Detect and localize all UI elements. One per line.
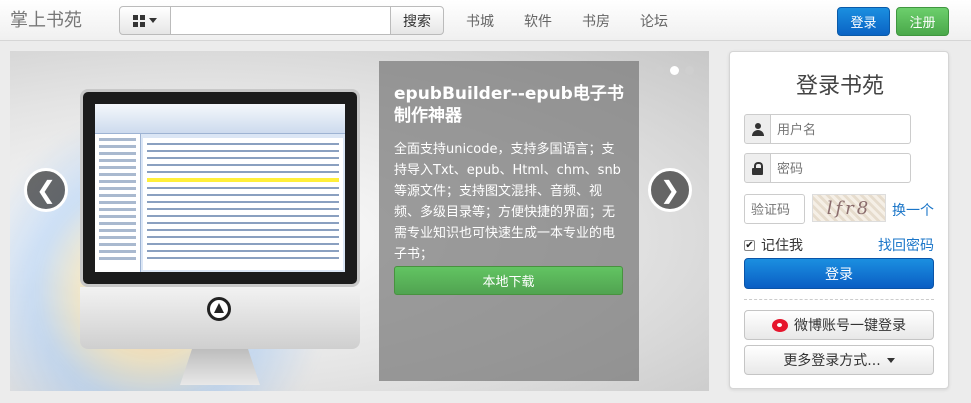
monitor-illustration bbox=[80, 89, 360, 287]
weibo-login-label: 微博账号一键登录 bbox=[794, 318, 906, 334]
featured-carousel: ❮ ❯ epubBuilder--epub电子书制作神器 全面支持unicode… bbox=[10, 51, 709, 391]
remember-label: 记住我 bbox=[761, 238, 803, 254]
forgot-password-link[interactable]: 找回密码 bbox=[878, 235, 934, 255]
remember-checkbox[interactable]: ✔ bbox=[744, 239, 755, 251]
header-register-button[interactable]: 注册 bbox=[896, 7, 949, 36]
more-login-label: 更多登录方式... bbox=[783, 353, 881, 369]
lock-icon bbox=[744, 153, 771, 183]
weibo-login-button[interactable]: 微博账号一键登录 bbox=[744, 310, 934, 340]
header-login-button[interactable]: 登录 bbox=[837, 7, 890, 36]
login-panel: 登录书苑 lfr8 换一个 ✔ 记住我 找回密码 登录 微博账号一键登录 更多登… bbox=[729, 51, 949, 389]
password-row bbox=[744, 153, 911, 183]
carousel-dot-2[interactable] bbox=[670, 66, 679, 75]
more-login-options-button[interactable]: 更多登录方式... bbox=[744, 345, 934, 375]
nav-link-forum[interactable]: 论坛 bbox=[640, 11, 668, 31]
slide-description: 全面支持unicode，支持多国语言；支持导入Txt、epub、Html、chm… bbox=[394, 142, 621, 262]
nav-link-study[interactable]: 书房 bbox=[582, 11, 610, 31]
nav-link-software[interactable]: 软件 bbox=[524, 11, 552, 31]
captcha-refresh-link[interactable]: 换一个 bbox=[892, 200, 934, 220]
site-brand[interactable]: 掌上书苑 bbox=[10, 6, 82, 32]
username-field[interactable] bbox=[771, 114, 911, 144]
app-screenshot bbox=[95, 104, 345, 272]
monitor-stand bbox=[180, 349, 260, 385]
carousel-next-button[interactable]: ❯ bbox=[648, 168, 692, 212]
main-nav: 书城 软件 书房 论坛 bbox=[466, 11, 698, 31]
chevron-down-icon bbox=[149, 18, 157, 23]
carousel-indicators bbox=[655, 66, 694, 75]
login-submit-button[interactable]: 登录 bbox=[744, 258, 934, 289]
divider bbox=[744, 299, 934, 300]
search-button[interactable]: 搜索 bbox=[390, 6, 444, 35]
captcha-field[interactable] bbox=[744, 194, 805, 224]
captcha-image[interactable]: lfr8 bbox=[812, 194, 886, 222]
user-icon bbox=[744, 114, 771, 144]
top-navbar: 掌上书苑 搜索 书城 软件 书房 论坛 登录 注册 bbox=[0, 0, 971, 41]
search-input[interactable] bbox=[171, 6, 390, 35]
caret-down-icon bbox=[886, 357, 895, 363]
slide-title: epubBuilder--epub电子书制作神器 bbox=[394, 84, 624, 126]
category-dropdown-button[interactable] bbox=[119, 6, 171, 35]
nav-link-bookstore[interactable]: 书城 bbox=[466, 11, 494, 31]
search-group: 搜索 bbox=[119, 6, 444, 35]
weibo-icon bbox=[772, 318, 788, 332]
password-field[interactable] bbox=[771, 153, 911, 183]
username-row bbox=[744, 114, 911, 144]
login-title: 登录书苑 bbox=[795, 74, 884, 99]
slide-caption: epubBuilder--epub电子书制作神器 全面支持unicode，支持多… bbox=[379, 61, 639, 381]
grid-icon bbox=[133, 14, 145, 27]
carousel-prev-button[interactable]: ❮ bbox=[24, 168, 68, 212]
carousel-dot-1[interactable] bbox=[655, 66, 664, 75]
remember-me[interactable]: ✔ 记住我 bbox=[744, 235, 803, 255]
local-download-button[interactable]: 本地下载 bbox=[394, 266, 623, 295]
carousel-dot-3[interactable] bbox=[685, 66, 694, 75]
app-logo-icon bbox=[207, 297, 231, 321]
